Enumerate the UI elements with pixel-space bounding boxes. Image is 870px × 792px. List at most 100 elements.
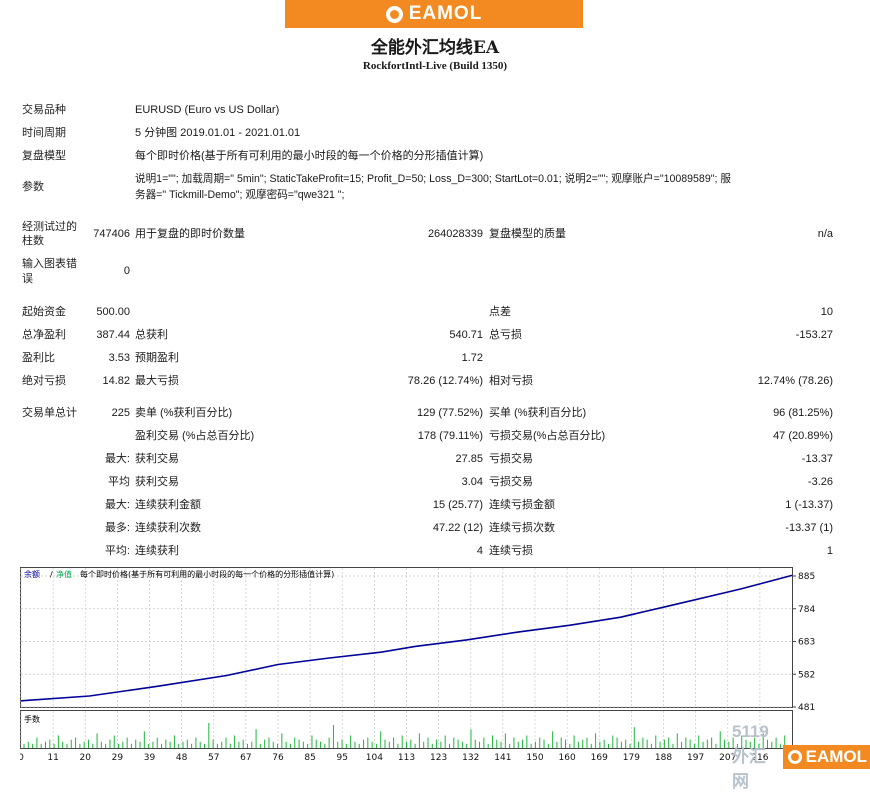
- consecutive-wins-count-label: 连续获利次数: [135, 522, 201, 534]
- gross-profit-value: 540.71: [449, 329, 483, 341]
- balance-chart: 余额 / 净值 每个即时价格(基于所有可利用的最小时段的每一个价格的分形插值计算…: [20, 567, 815, 763]
- profit-trades-value: 178 (79.11%): [417, 430, 483, 442]
- largest-loss-value: -13.37: [801, 453, 833, 465]
- loss-trades-label: 亏损交易(%占总百分比): [489, 430, 606, 442]
- x-tick-label: 141: [494, 753, 511, 763]
- avg-prefix: 平均:: [104, 545, 130, 557]
- relative-drawdown-value: 12.74% (78.26): [757, 375, 833, 387]
- largest-loss-label: 亏损交易: [489, 453, 533, 465]
- average-loss-value: -3.26: [807, 476, 833, 488]
- report-title: 全能外汇均线EA: [370, 38, 500, 58]
- eamol-logo-icon: [787, 750, 802, 764]
- y-tick-label: 885: [798, 572, 815, 582]
- gross-loss-value: -153.27: [795, 329, 833, 341]
- bottom-brand-text: EAMOL: [805, 747, 867, 766]
- x-tick-label: 11: [47, 753, 58, 763]
- x-tick-label: 197: [687, 753, 704, 763]
- avg-consecutive-wins-label: 连续获利: [135, 545, 179, 557]
- average-loss-label: 亏损交易: [489, 476, 533, 488]
- maximum-prefix: 最大:: [104, 499, 130, 511]
- x-tick-label: 20: [80, 753, 92, 763]
- absolute-drawdown-value: 14.82: [102, 375, 130, 387]
- eamol-logo-icon: [385, 5, 403, 23]
- legend-balance: 余额: [24, 569, 40, 579]
- params-value-line1: 说明1=""; 加载周期=" 5min"; StaticTakeProfit=1…: [135, 173, 731, 185]
- watermark-text: 5119外汇网: [732, 722, 769, 791]
- maximal-drawdown-value: 78.26 (12.74%): [407, 375, 483, 387]
- consecutive-losses-count-label: 连续亏损次数: [489, 522, 555, 534]
- chart-errors-value: 0: [123, 265, 130, 277]
- consecutive-wins-amount-value: 15 (25.77): [432, 499, 483, 511]
- symbol-label: 交易品种: [22, 104, 66, 116]
- expected-payoff-label: 预期盈利: [135, 352, 179, 364]
- x-tick-label: 169: [591, 753, 608, 763]
- y-tick-label: 784: [798, 605, 815, 615]
- x-tick-label: 132: [462, 753, 479, 763]
- model-value: 每个即时价格(基于所有可利用的最小时段的每一个价格的分形插值计算): [135, 150, 484, 162]
- y-axis-ticks: 885 784 683 582 481: [792, 572, 815, 713]
- legend-equity: 净值: [56, 569, 72, 579]
- ticks-modelled-value: 264028339: [427, 228, 483, 240]
- avg-consecutive-wins-value: 4: [476, 545, 483, 557]
- bars-tested-value: 747406: [93, 228, 130, 240]
- x-tick-label: 39: [144, 753, 156, 763]
- maximal-prefix: 最多:: [104, 522, 130, 534]
- x-tick-label: 104: [366, 753, 383, 763]
- consecutive-losses-amount-label: 连续亏损金额: [489, 499, 555, 511]
- largest-profit-label: 获利交易: [135, 453, 179, 465]
- consecutive-losses-amount-value: 1 (-13.37): [785, 499, 833, 511]
- y-tick-label: 683: [798, 638, 815, 648]
- largest-profit-value: 27.85: [455, 453, 483, 465]
- x-tick-label: 179: [623, 753, 640, 763]
- short-positions-label: 卖单 (%获利百分比): [135, 407, 233, 419]
- profit-factor-value: 3.53: [108, 352, 130, 364]
- bars-tested-label-line2: 柱数: [22, 235, 44, 247]
- x-tick-label: 113: [398, 753, 415, 763]
- x-tick-label: 123: [430, 753, 447, 763]
- long-positions-value: 96 (81.25%): [773, 407, 833, 419]
- y-tick-label: 582: [798, 670, 815, 680]
- x-tick-label: 160: [559, 753, 576, 763]
- relative-drawdown-label: 相对亏损: [489, 375, 533, 387]
- profit-factor-label: 盈利比: [22, 352, 55, 364]
- spread-value: 10: [820, 306, 833, 318]
- report-subtitle: RockfortIntl-Live (Build 1350): [362, 60, 508, 72]
- avg-consecutive-losses-label: 连续亏损: [489, 545, 533, 557]
- modelling-quality-value: n/a: [817, 228, 833, 240]
- net-profit-value: 387.44: [96, 329, 130, 341]
- avg-consecutive-losses-value: 1: [826, 545, 833, 557]
- ticks-modelled-label: 用于复盘的即时价数量: [135, 228, 245, 240]
- profit-trades-label: 盈利交易 (%占总百分比): [135, 430, 255, 442]
- average-prefix: 平均: [108, 476, 130, 488]
- modelling-quality-label: 复盘模型的质量: [489, 228, 566, 240]
- x-tick-label: 29: [112, 753, 124, 763]
- y-tick-label: 481: [798, 703, 815, 713]
- x-tick-label: 57: [208, 753, 219, 763]
- x-tick-label: 0: [20, 753, 24, 763]
- chart-errors-label-line2: 误: [22, 273, 33, 285]
- maximal-drawdown-label: 最大亏损: [135, 375, 179, 387]
- model-label: 复盘模型: [22, 150, 66, 162]
- params-value-line2: 务器=" Tickmill-Demo"; 观摩密码="qwe321 ";: [135, 189, 345, 201]
- legend-model: 每个即时价格(基于所有可利用的最小时段的每一个价格的分形插值计算): [80, 569, 334, 579]
- expected-payoff-value: 1.72: [461, 352, 483, 364]
- short-positions-value: 129 (77.52%): [416, 407, 483, 419]
- x-tick-label: 150: [526, 753, 543, 763]
- largest-prefix: 最大:: [104, 453, 130, 465]
- loss-trades-value: 47 (20.89%): [773, 430, 833, 442]
- x-tick-label: 67: [240, 753, 251, 763]
- params-label: 参数: [22, 181, 44, 193]
- banner-brand-text: EAMOL: [408, 3, 483, 24]
- top-brand-banner: EAMOL: [285, 0, 583, 28]
- x-tick-label: 85: [304, 753, 315, 763]
- symbol-value: EURUSD (Euro vs US Dollar): [135, 104, 280, 116]
- consecutive-wins-count-value: 47.22 (12): [432, 522, 483, 534]
- volume-label: 手数: [24, 714, 40, 724]
- consecutive-wins-amount-label: 连续获利金额: [135, 499, 201, 511]
- x-axis-ticks: 0 11 20 29 39 48 57 67 76 85 95 104 113 123 132 141 150 1…: [20, 753, 769, 763]
- x-tick-label: 95: [337, 753, 348, 763]
- gross-loss-label: 总亏损: [489, 329, 522, 341]
- period-value: 5 分钟图 2019.01.01 - 2021.01.01: [135, 127, 301, 139]
- consecutive-losses-count-value: -13.37 (1): [785, 522, 833, 534]
- bottom-brand-badge: EAMOL: [782, 745, 870, 769]
